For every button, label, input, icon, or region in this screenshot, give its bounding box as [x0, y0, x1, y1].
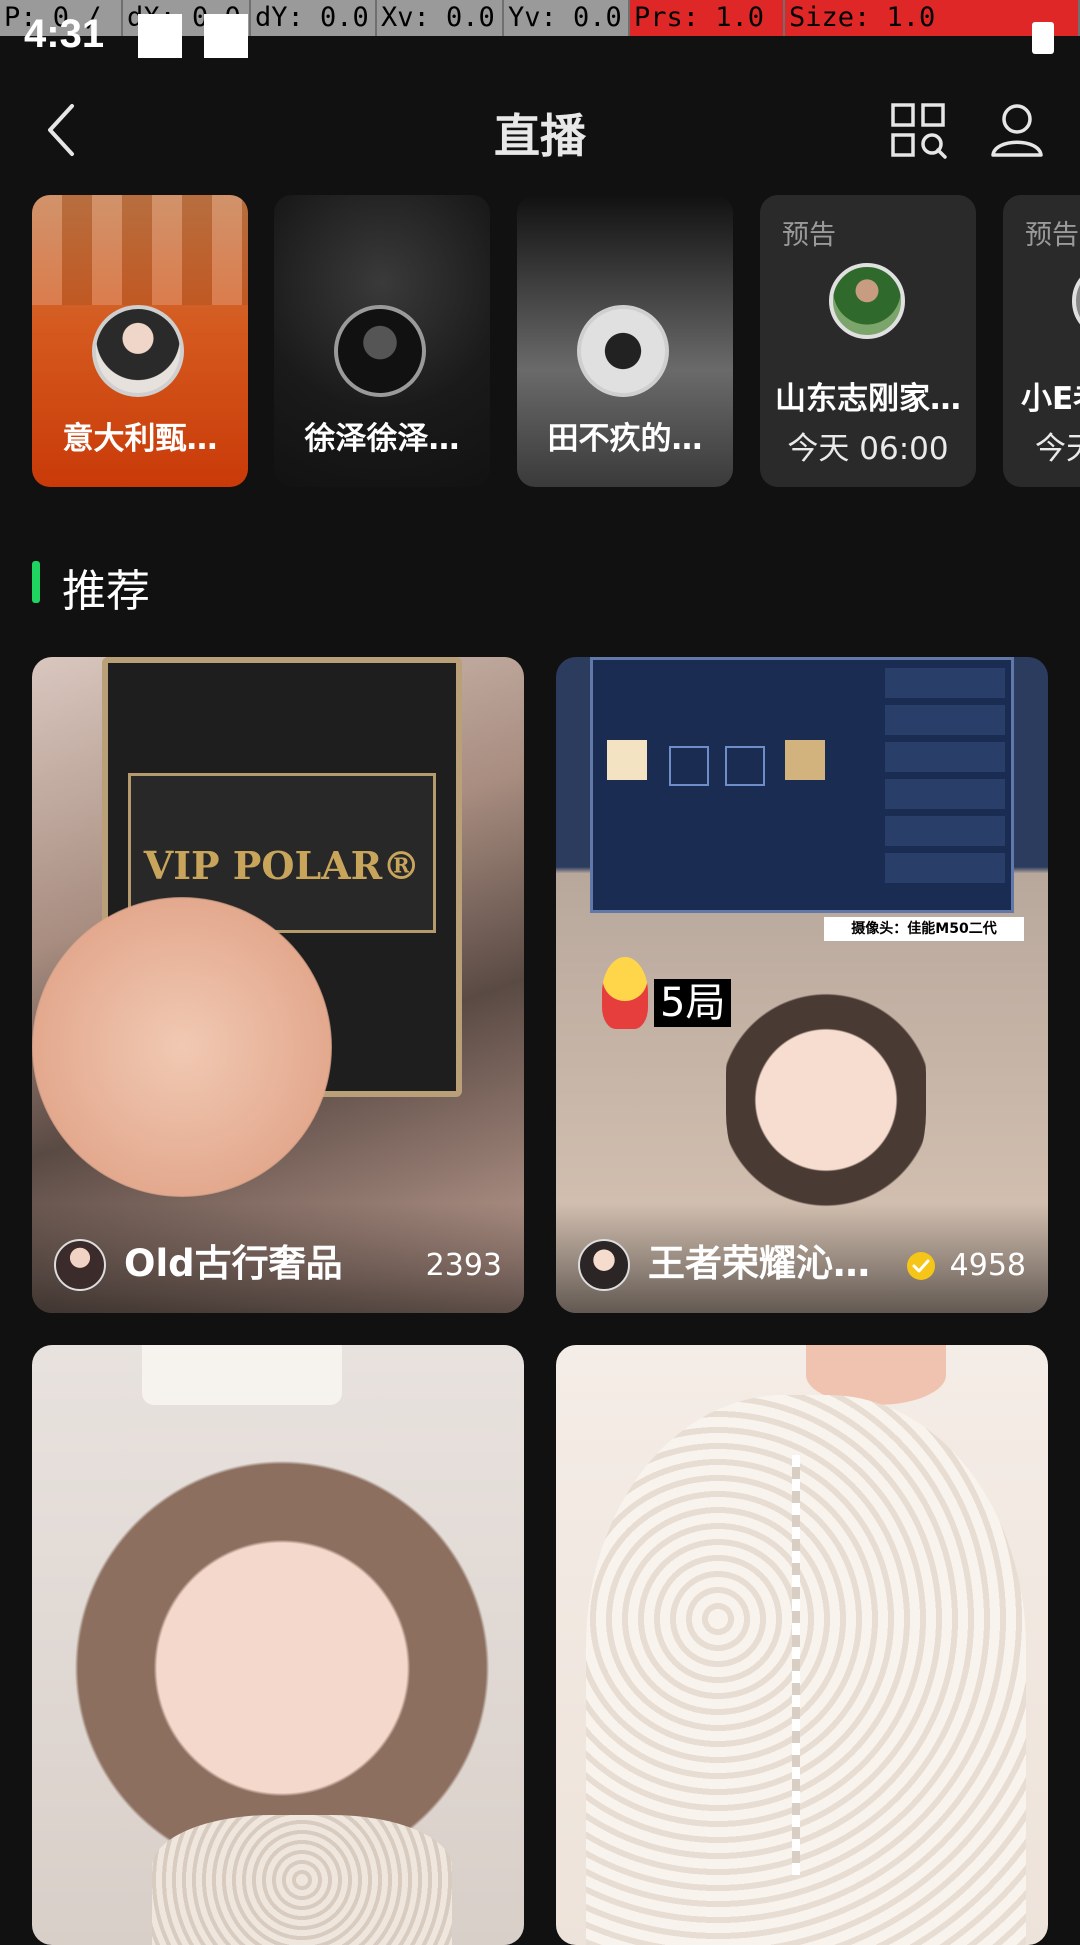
story-name: 意大利甄… [62, 421, 218, 457]
debug-dy: dY: 0.0 [251, 0, 377, 36]
avatar [334, 305, 426, 397]
avatar [577, 305, 669, 397]
hand-image [32, 897, 332, 1197]
streamer-portrait [72, 1415, 492, 1875]
viewer-count: 4958 [949, 1248, 1026, 1283]
story-name: 山东志刚家… [775, 381, 961, 417]
notification-icon [138, 14, 182, 58]
story-card-preview[interactable]: 预告 小E老 今天 [1003, 195, 1080, 487]
debug-pressure: Prs: 1.0 [630, 0, 785, 36]
live-room-card[interactable]: VIP POLAR® Old古行奢品 2393 [32, 657, 524, 1313]
camera-caption: 摄像头：佳能M50二代 [824, 917, 1024, 941]
story-card[interactable]: 意大利甄… [32, 195, 248, 487]
story-name: 小E老 [1021, 381, 1080, 417]
story-card-preview[interactable]: 预告 山东志刚家… 今天 06:00 [760, 195, 976, 487]
game-screen-image [590, 657, 1014, 913]
product-text: VIP POLAR® [143, 843, 421, 888]
avatar [829, 263, 905, 339]
live-stories-row: 意大利甄… 徐泽徐泽… 田不疚的… 预告 山东志刚家… 今天 06:00 预告 … [0, 195, 1080, 487]
preview-tag: 预告 [782, 220, 836, 251]
streamer-name: 王者荣耀沁… [648, 1242, 868, 1285]
status-time: 4:31 [24, 12, 105, 56]
profile-icon[interactable] [990, 102, 1044, 158]
live-room-card[interactable]: 摄像头：佳能M50二代 5局 王者荣耀沁… 4958 [556, 657, 1048, 1313]
streamer-name: Old古行奢品 [124, 1242, 343, 1285]
preview-tag: 预告 [1025, 220, 1079, 251]
streamer-avatar [54, 1239, 106, 1291]
gift-balloon-icon [602, 957, 648, 1029]
story-name: 田不疚的… [547, 421, 703, 457]
hair-bow-image [142, 1345, 342, 1405]
section-accent-bar [32, 561, 40, 603]
debug-yv: Yv: 0.0 [504, 0, 630, 36]
notification-icon [204, 14, 248, 58]
viewer-count: 2393 [425, 1248, 502, 1283]
story-card[interactable]: 田不疚的… [517, 195, 733, 487]
live-room-card[interactable] [556, 1345, 1048, 1945]
top-navigation-bar: 直播 [0, 80, 1080, 180]
buttons-image [792, 1455, 800, 1875]
debug-xv: Xv: 0.0 [377, 0, 504, 36]
avatar [92, 305, 184, 397]
preview-time: 今天 06:00 [787, 431, 949, 467]
battery-icon [1032, 22, 1054, 54]
section-title: 推荐 [62, 566, 150, 617]
avatar [1072, 263, 1080, 339]
streamer-portrait [726, 957, 926, 1217]
preview-time: 今天 [1035, 431, 1080, 467]
blouse-image [586, 1395, 1026, 1945]
story-name: 徐泽徐泽… [304, 421, 460, 457]
live-room-card[interactable] [32, 1345, 524, 1945]
lace-collar-image [152, 1815, 452, 1945]
streamer-avatar [578, 1239, 630, 1291]
round-badge: 5局 [654, 979, 732, 1027]
story-card[interactable]: 徐泽徐泽… [274, 195, 490, 487]
category-grid-icon[interactable] [890, 102, 948, 160]
verified-badge-icon [907, 1252, 935, 1280]
